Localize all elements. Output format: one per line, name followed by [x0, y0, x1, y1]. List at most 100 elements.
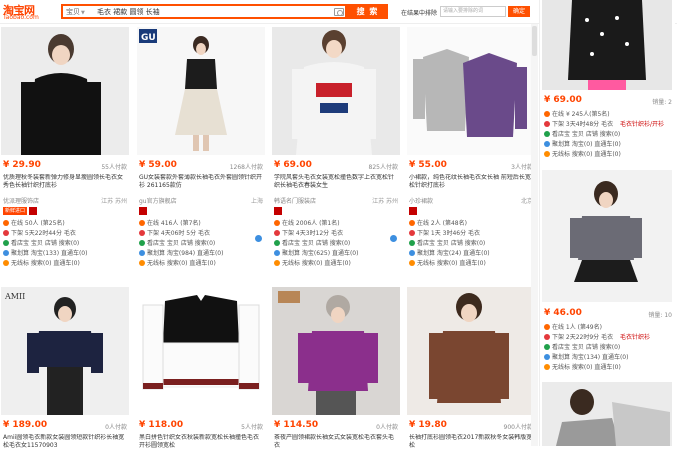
- stat-online: 在线 2006人 (第1名): [274, 219, 398, 229]
- product-image[interactable]: [1, 27, 129, 155]
- verified-icon: [255, 235, 262, 242]
- clock-icon: [274, 230, 280, 236]
- product-title[interactable]: 优质理秋冬装套新弹力修身显瘦圆领长毛衣女秀色长袖针织打底衫: [3, 174, 127, 190]
- product-price: ¥ 69.00: [274, 160, 312, 170]
- product-badges: [139, 207, 149, 216]
- recommend-stat: 下架 2天22时9分 毛衣: [544, 332, 613, 341]
- recommend-image[interactable]: [542, 382, 672, 446]
- eye-icon: [544, 131, 550, 137]
- scrollbar[interactable]: [531, 24, 538, 446]
- recommend-stat[interactable]: 聚划算 淘宝(0) 直通车(0): [544, 139, 621, 148]
- product-title[interactable]: 长袖打底衫圆领毛衣2017新款秋冬女装韩版宽松: [409, 434, 533, 450]
- product-badges: [409, 207, 419, 216]
- exclude-confirm-button[interactable]: 确定: [508, 6, 530, 17]
- phone-icon: [544, 151, 550, 157]
- model-in-grey-sweater-image: [542, 170, 672, 302]
- badge-icon: [29, 207, 38, 215]
- search-button[interactable]: 搜 索: [347, 4, 388, 19]
- stat-wireless[interactable]: 无线标 搜索(0) 直通车(0): [3, 259, 127, 269]
- stat-wireless[interactable]: 无线标 搜索(0) 直通车(0): [274, 259, 398, 269]
- product-sold: 3人付款: [511, 164, 533, 171]
- product-image[interactable]: GU: [137, 27, 265, 155]
- product-image[interactable]: [407, 287, 535, 415]
- model-in-print-sweater-image: [272, 27, 400, 155]
- chart-icon: [409, 250, 415, 256]
- product-title[interactable]: 茶夜产圆领裙款长袖女式女装宽松毛衣套头毛衣: [274, 434, 398, 450]
- product-shop[interactable]: gu官方旗舰店: [139, 196, 177, 205]
- product-image[interactable]: AMII: [1, 287, 129, 415]
- recommend-stat[interactable]: 聚划算 淘宝(134) 直通车(0): [544, 352, 628, 361]
- stat-shop-link[interactable]: 看店宝 宝贝 店铺 搜索(0): [3, 239, 127, 249]
- product-title[interactable]: Amii圆领毛衣新款女装圆领短款针织衫长袖宽松毛衣女11570903: [3, 434, 127, 450]
- clock-icon: [3, 230, 9, 236]
- product-title[interactable]: GU女装套款外套薄款长袖毛衣外套圆领针织开衫 261165款仿: [139, 174, 263, 190]
- recommend-stat[interactable]: 无线标 搜索(0) 直通车(0): [544, 362, 621, 371]
- stat-juhuasuan[interactable]: 聚划算 淘宝(625) 直通车(0): [274, 249, 398, 259]
- product-image[interactable]: [137, 287, 265, 415]
- clock-icon: [409, 230, 415, 236]
- recommend-stat[interactable]: 看店宝 宝贝 店铺 搜索(0): [544, 129, 620, 138]
- clock-icon: [544, 334, 550, 340]
- recommend-sales: 销量: 2: [652, 99, 672, 106]
- recommend-price: ¥ 46.00: [544, 308, 582, 318]
- product-price: ¥ 189.00: [3, 420, 48, 430]
- search-input[interactable]: 毛衣 裙款 圆领 长袖: [97, 7, 327, 18]
- product-stats: 在线 50人 (第25名) 下架 5天22时44分 毛衣 看店宝 宝贝 店铺 搜…: [3, 219, 127, 269]
- product-title[interactable]: 小裙款，纯色花纹长袖毛衣女长袖 前短后长宽松针织打底衫: [409, 174, 533, 190]
- chart-icon: [274, 250, 280, 256]
- chevron-down-icon: ▼: [81, 10, 85, 16]
- chart-icon: [544, 354, 550, 360]
- stat-wireless[interactable]: 无线标 搜索(0) 直通车(0): [139, 259, 263, 269]
- badge-icon: [274, 207, 282, 215]
- stat-shop-link[interactable]: 看店宝 宝贝 店铺 搜索(0): [139, 239, 263, 249]
- recommend-image[interactable]: [542, 170, 672, 302]
- eye-icon: [3, 240, 9, 246]
- recommend-stat[interactable]: 看店宝 宝贝 店铺 搜索(0): [544, 342, 620, 351]
- search-scope-select[interactable]: 宝贝▼: [66, 7, 88, 18]
- stat-delist: 下架 5天22时44分 毛衣: [3, 229, 127, 239]
- product-image[interactable]: [272, 27, 400, 155]
- stat-juhuasuan[interactable]: 聚划算 淘宝(24) 直通车(0): [409, 249, 533, 259]
- eye-icon: [409, 240, 415, 246]
- camera-icon[interactable]: [334, 8, 344, 16]
- scrollbar-thumb[interactable]: [532, 26, 537, 56]
- exclude-input[interactable]: 请输入要排除的词: [440, 6, 506, 17]
- phone-icon: [274, 260, 280, 266]
- svg-text:GU: GU: [141, 33, 156, 43]
- product-stats: 在线 2人 (第48名) 下架 1天 3时46分 毛衣 看店宝 宝贝 店铺 搜索…: [409, 219, 533, 269]
- stat-juhuasuan[interactable]: 聚划算 淘宝(984) 直通车(0): [139, 249, 263, 259]
- product-title[interactable]: 学院风套头毛衣女装宽松撞色数字上衣宽松针织长袖毛衣春装女生: [274, 174, 398, 190]
- badge: 新鲜进口: [3, 207, 28, 215]
- product-title[interactable]: 黑白拼色针织女衣秋装新款宽松长袖撞色毛衣开衫圆领宽松: [139, 434, 263, 450]
- phone-icon: [409, 260, 415, 266]
- product-price: ¥ 114.50: [274, 420, 319, 430]
- exclude-label: 在结果中排除: [401, 10, 438, 17]
- product-shop[interactable]: 优派理服饰店: [3, 196, 39, 205]
- product-image[interactable]: [407, 27, 535, 155]
- product-location: 上海: [250, 198, 263, 205]
- svg-text:AMII: AMII: [4, 292, 25, 301]
- fire-icon: [409, 220, 415, 226]
- two-knit-sweaters-image: [407, 27, 535, 155]
- product-shop[interactable]: 韩语名门服装店: [274, 196, 316, 205]
- product-image[interactable]: [272, 287, 400, 415]
- stat-online: 在线 2人 (第48名): [409, 219, 533, 229]
- recommend-sales: 销量: 10: [648, 312, 672, 319]
- stat-juhuasuan[interactable]: 聚划算 淘宝(133) 直通车(0): [3, 249, 127, 259]
- recommend-price: ¥ 69.00: [544, 95, 582, 105]
- stat-wireless[interactable]: 无线标 搜索(0) 直通车(0): [409, 259, 533, 269]
- product-price: ¥ 29.90: [3, 160, 41, 170]
- fire-icon: [544, 111, 550, 117]
- taobao-logo[interactable]: 淘宝网 Taobao.com: [3, 2, 49, 22]
- product-sold: 825人付款: [368, 164, 398, 171]
- recommend-image[interactable]: [542, 0, 672, 90]
- product-price: ¥ 118.00: [139, 420, 184, 430]
- product-shop[interactable]: 小珍裙款: [409, 196, 433, 205]
- recommend-stat[interactable]: 无线标 搜索(0) 直通车(0): [544, 149, 621, 158]
- badge-icon: [139, 207, 147, 215]
- stat-shop-link[interactable]: 看店宝 宝贝 店铺 搜索(0): [409, 239, 533, 249]
- model-in-purple-sweater-image: [272, 287, 400, 415]
- black-white-sweater-image: [137, 287, 265, 415]
- stat-shop-link[interactable]: 看店宝 宝贝 店铺 搜索(0): [274, 239, 398, 249]
- chart-icon: [139, 250, 145, 256]
